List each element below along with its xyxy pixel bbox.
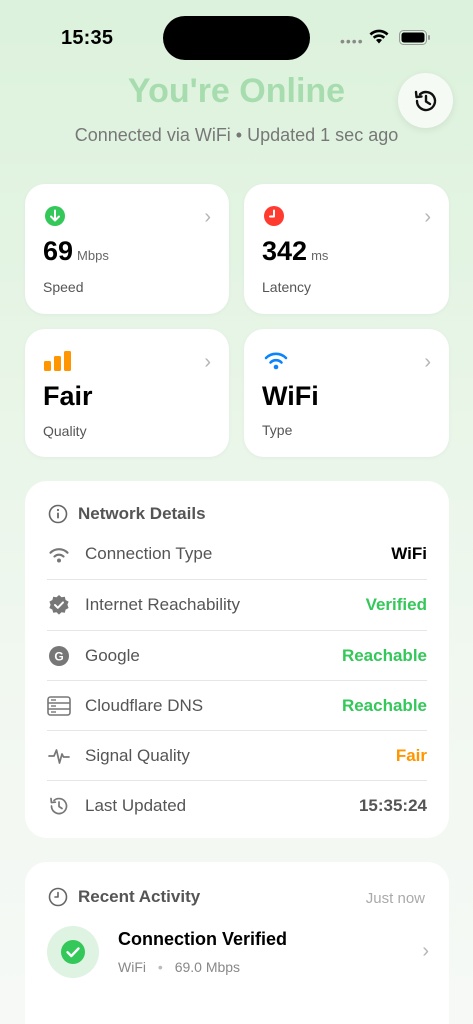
google-icon: G bbox=[47, 644, 71, 668]
waveform-icon bbox=[47, 744, 71, 768]
quality-card[interactable]: › Fair Quality bbox=[25, 329, 229, 457]
latency-card[interactable]: › 342 ms Latency bbox=[244, 184, 449, 314]
network-details-card: Network Details Connection Type WiFi Int… bbox=[25, 481, 449, 838]
detail-row-last-updated: Last Updated 15:35:24 bbox=[47, 781, 427, 831]
latency-label: Latency bbox=[262, 279, 312, 295]
detail-label: Google bbox=[85, 646, 140, 665]
chevron-right-icon: › bbox=[424, 206, 431, 228]
dynamic-island bbox=[163, 16, 310, 60]
wifi-icon bbox=[263, 350, 288, 372]
detail-value: WiFi bbox=[391, 544, 427, 563]
detail-value: 15:35:24 bbox=[358, 796, 427, 815]
latency-value: 342 bbox=[262, 236, 308, 266]
activity-item[interactable]: Connection Verified WiFi • 69.0 Mbps › bbox=[47, 926, 429, 980]
activity-badge bbox=[47, 926, 99, 978]
recent-activity-title: Recent Activity bbox=[78, 887, 201, 906]
info-icon bbox=[48, 504, 68, 524]
speed-label: Speed bbox=[43, 279, 84, 295]
battery-icon bbox=[399, 30, 430, 45]
activity-title: Connection Verified bbox=[118, 929, 288, 949]
clock-icon bbox=[263, 205, 285, 227]
arrow-down-circle-icon bbox=[44, 205, 66, 227]
meta-separator: • bbox=[157, 959, 163, 975]
detail-value: Reachable bbox=[341, 696, 427, 715]
type-value: WiFi bbox=[262, 381, 319, 411]
chevron-right-icon: › bbox=[204, 206, 211, 228]
detail-label: Internet Reachability bbox=[85, 595, 240, 614]
history-icon bbox=[47, 794, 71, 818]
quality-value: Fair bbox=[43, 381, 93, 411]
detail-value: Verified bbox=[365, 595, 427, 614]
network-details-header: Network Details bbox=[48, 504, 206, 524]
detail-label: Connection Type bbox=[85, 544, 213, 563]
speed-unit: Mbps bbox=[77, 248, 109, 263]
connection-subtitle: Connected via WiFi • Updated 1 sec ago bbox=[74, 125, 399, 145]
history-icon bbox=[414, 90, 436, 111]
activity-type: WiFi bbox=[118, 959, 146, 975]
detail-label: Last Updated bbox=[85, 796, 187, 815]
activity-speed: 69.0 Mbps bbox=[174, 959, 241, 975]
detail-row-cloudflare-dns: Cloudflare DNS Reachable bbox=[47, 681, 427, 731]
svg-text:G: G bbox=[54, 649, 63, 663]
quality-label: Quality bbox=[43, 423, 87, 439]
latency-unit: ms bbox=[311, 248, 329, 263]
verified-badge-icon bbox=[47, 593, 71, 617]
status-bar: 15:35 •••• bbox=[0, 0, 473, 60]
detail-value: Fair bbox=[395, 746, 427, 765]
recent-activity-header: Recent Activity bbox=[48, 887, 200, 907]
detail-row-signal-quality: Signal Quality Fair bbox=[47, 731, 427, 781]
type-label: Type bbox=[262, 422, 293, 438]
detail-row-internet-reachability: Internet Reachability Verified bbox=[47, 580, 427, 630]
signal-bars-icon bbox=[44, 350, 71, 372]
cellular-dots-icon: •••• bbox=[340, 33, 364, 49]
detail-row-google: G Google Reachable bbox=[47, 631, 427, 681]
checkmark-circle-icon bbox=[61, 940, 85, 964]
chevron-right-icon: › bbox=[204, 351, 211, 373]
network-details-title: Network Details bbox=[78, 504, 206, 523]
speed-value: 69 bbox=[43, 236, 74, 266]
detail-label: Cloudflare DNS bbox=[85, 696, 204, 715]
chevron-right-icon: › bbox=[424, 351, 431, 373]
wifi-icon bbox=[47, 542, 71, 566]
activity-timestamp: Just now bbox=[365, 890, 425, 907]
detail-value: Reachable bbox=[341, 646, 427, 665]
type-card[interactable]: › WiFi Type bbox=[244, 329, 449, 457]
wifi-status-icon bbox=[368, 28, 390, 49]
status-time: 15:35 bbox=[61, 27, 114, 49]
detail-row-connection-type: Connection Type WiFi bbox=[47, 529, 427, 579]
recent-activity-card: Recent Activity Just now Connection Veri… bbox=[25, 862, 449, 1024]
history-button[interactable] bbox=[398, 73, 453, 128]
detail-label: Signal Quality bbox=[85, 746, 190, 765]
clock-icon bbox=[48, 887, 68, 907]
activity-meta: WiFi • 69.0 Mbps bbox=[118, 959, 240, 975]
speed-card[interactable]: › 69 Mbps Speed bbox=[25, 184, 229, 314]
chevron-right-icon: › bbox=[422, 940, 429, 962]
server-icon bbox=[47, 694, 71, 718]
